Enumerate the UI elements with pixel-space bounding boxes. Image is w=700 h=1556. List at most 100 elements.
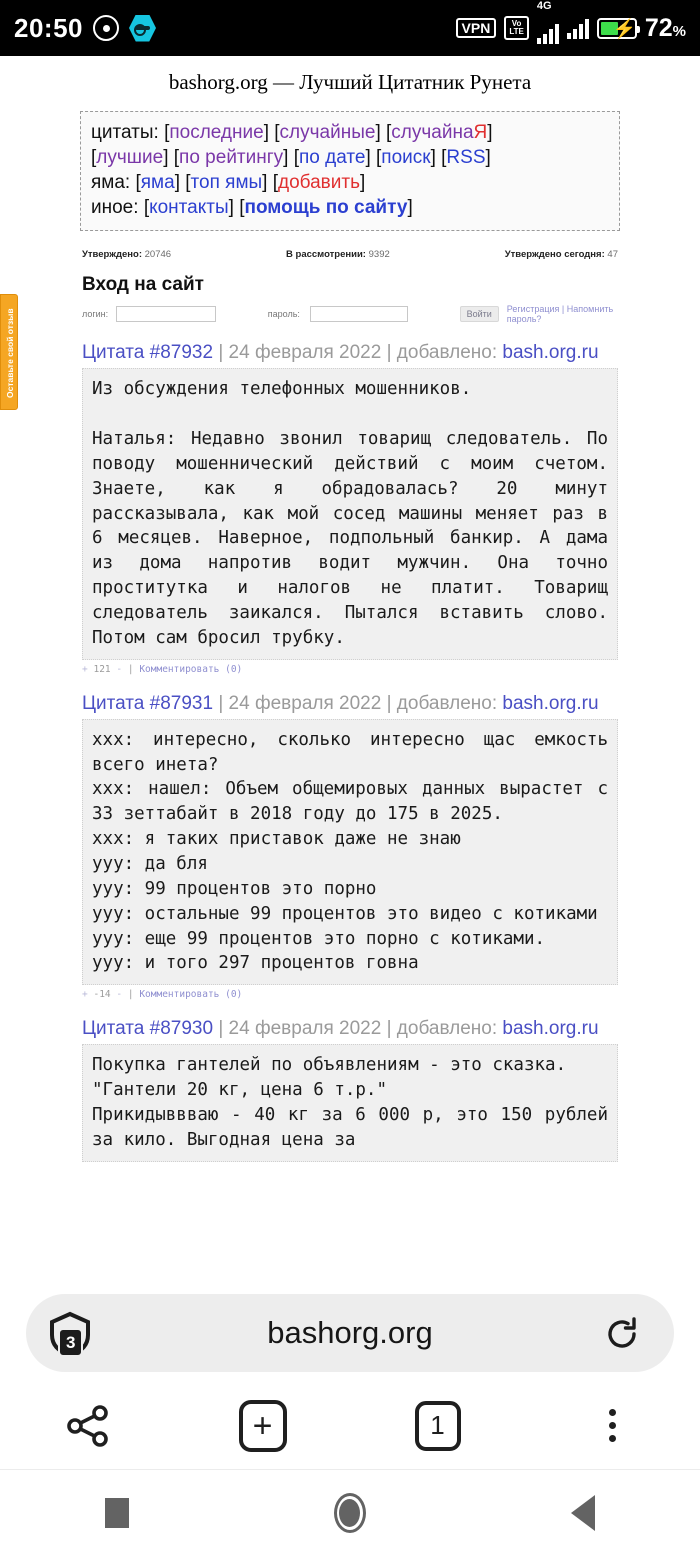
back-button[interactable] [528, 1483, 638, 1543]
battery-icon: ⚡ [596, 17, 640, 40]
login-submit-button[interactable]: Войти [459, 306, 499, 323]
login-input[interactable] [116, 306, 217, 323]
home-button[interactable] [295, 1483, 405, 1543]
quote-source-link[interactable]: bash.org.ru [502, 342, 598, 363]
nav-link-dobavit[interactable]: добавить [278, 172, 360, 193]
vote-down-button[interactable]: - [116, 989, 122, 1000]
feedback-tab-label: Оставьте свой отзыв [5, 308, 15, 398]
nav-link-po-date[interactable]: по дате [299, 147, 365, 168]
register-link[interactable]: Регистрация [507, 304, 560, 314]
nav-row-label-quotes: цитаты: [91, 122, 159, 143]
nav-row-yama: яма: [яма] [топ ямы] [добавить] [91, 172, 366, 194]
android-nav-bar [0, 1470, 700, 1556]
recents-button[interactable] [62, 1483, 172, 1543]
quote-source-link[interactable]: bash.org.ru [502, 693, 598, 714]
share-button[interactable] [50, 1396, 126, 1456]
quote-head-sep1: | [213, 342, 229, 364]
quote-footer: + -14 - | Комментировать (0) [82, 989, 618, 1000]
quote-id-link[interactable]: Цитата #87931 [82, 693, 213, 714]
quote-item: Цитата #87931 | 24 февраля 2022 | добавл… [82, 691, 618, 1000]
nav-row-label-yama: яма: [91, 172, 131, 194]
password-field-label: пароль: [267, 309, 300, 320]
nav-link-luchshie[interactable]: лучшие [96, 147, 163, 168]
tab-switcher-button[interactable]: 1 [400, 1396, 476, 1456]
stat-approved: Утверждено: 20746 [82, 249, 171, 260]
nav-link-sluchaynye[interactable]: случайные [280, 122, 376, 143]
comment-link[interactable]: Комментировать (0) [139, 989, 242, 1000]
quote-head-sep2: | добавлено: [381, 342, 503, 364]
nav-link-top-yamy[interactable]: топ ямы [191, 172, 263, 193]
tab-count-badge: 1 [414, 1400, 461, 1451]
quote-date: 24 февраля 2022 [228, 342, 382, 364]
nav-link-kontakty[interactable]: контакты [149, 197, 229, 218]
nav-link-yama[interactable]: яма [141, 172, 175, 193]
network-type-label: 4G [536, 0, 552, 12]
nav-row-label-other: иное: [91, 197, 139, 219]
disc-icon [93, 15, 119, 41]
login-links-separator: | [561, 304, 565, 315]
signal-icon-1: 4G [536, 0, 559, 44]
quote-text: xxx: интересно, сколько интересно щас ем… [82, 718, 618, 986]
quote-footer: + 121 - | Комментировать (0) [82, 664, 618, 675]
status-bar-left: 20:50 [14, 13, 156, 44]
tracker-block-count: 3 [58, 1328, 84, 1357]
stat-today-label: Утверждено сегодня: [504, 249, 605, 261]
reload-icon[interactable] [604, 1316, 640, 1352]
vpn-icon: VPN [455, 18, 497, 38]
stat-today-value: 47 [607, 249, 618, 261]
share-icon [66, 1404, 108, 1447]
quote-source-link[interactable]: bash.org.ru [502, 1018, 598, 1039]
login-extra-links: Регистрация | Напомнить пароль? [507, 304, 618, 324]
comment-link[interactable]: Комментировать (0) [139, 664, 242, 675]
stat-pending: В рассмотрении: 9392 [286, 249, 390, 260]
quote-rating: 121 [93, 663, 111, 675]
vote-down-button[interactable]: - [116, 664, 122, 675]
footer-divider: | [127, 663, 134, 675]
volte-icon: Vo LTE [504, 16, 529, 40]
menu-button[interactable] [575, 1396, 651, 1456]
new-tab-button[interactable]: + [225, 1396, 301, 1456]
back-icon [571, 1495, 596, 1531]
nav-link-rss[interactable]: RSS [446, 147, 485, 168]
vote-up-button[interactable]: + [82, 989, 88, 1000]
nav-link-poisk[interactable]: поиск [381, 147, 430, 168]
quote-text: Покупка гантелей по объявлениям - это ск… [82, 1044, 618, 1162]
battery-percent: 72% [644, 13, 686, 42]
login-field-label: логин: [82, 309, 109, 320]
kebab-menu-icon [609, 1409, 616, 1442]
quote-item: Цитата #87930 | 24 февраля 2022 | добавл… [82, 1016, 618, 1162]
url-text[interactable]: bashorg.org [26, 1315, 674, 1351]
nav-link-sluchaynaya-ya[interactable]: Я [474, 122, 488, 143]
quote-rating: -14 [93, 989, 111, 1001]
quote-item: Цитата #87932 | 24 февраля 2022 | добавл… [82, 340, 618, 675]
quote-header: Цитата #87931 | 24 февраля 2022 | добавл… [82, 691, 618, 716]
home-icon [333, 1493, 366, 1533]
browser-toolbar: + 1 [0, 1382, 700, 1470]
site-stats: Утверждено: 20746 В рассмотрении: 9392 У… [82, 249, 618, 260]
quote-id-link[interactable]: Цитата #87932 [82, 342, 213, 363]
stat-approved-value: 20746 [144, 249, 172, 261]
quote-id-link[interactable]: Цитата #87930 [82, 1018, 213, 1039]
password-input[interactable] [309, 306, 408, 323]
nav-link-po-reytingu[interactable]: по рейтингу [179, 147, 283, 168]
login-form: логин: пароль: Войти Регистрация | Напом… [82, 304, 618, 324]
status-clock: 20:50 [14, 12, 83, 43]
footer-divider: | [127, 989, 134, 1001]
nav-link-posledniye[interactable]: последние [169, 122, 263, 143]
quote-header: Цитата #87932 | 24 февраля 2022 | добавл… [82, 340, 618, 365]
web-page-content: bashorg.org — Лучший Цитатник Рунета цит… [0, 56, 700, 1278]
quote-head-sep2: | добавлено: [381, 1018, 503, 1040]
quote-head-sep2: | добавлено: [381, 692, 503, 714]
quote-head-sep1: | [213, 692, 229, 714]
nav-link-sluchaynaya[interactable]: случайна [391, 122, 473, 143]
stat-pending-label: В рассмотрении: [286, 249, 366, 261]
vote-up-button[interactable]: + [82, 664, 88, 675]
url-bar[interactable]: 3 bashorg.org [26, 1294, 674, 1372]
volte-bottom: LTE [509, 27, 524, 36]
nav-link-pomoshch[interactable]: помощь по сайту [244, 197, 407, 218]
status-bar-right: VPN Vo LTE 4G ⚡ 72% [455, 0, 686, 44]
feedback-tab[interactable]: Оставьте свой отзыв [0, 294, 18, 410]
quote-date: 24 февраля 2022 [228, 692, 382, 714]
quote-header: Цитата #87930 | 24 февраля 2022 | добавл… [82, 1016, 618, 1041]
nav-row-sorting: [лучшие] [по рейтингу] [по дате] [поиск]… [91, 147, 491, 169]
